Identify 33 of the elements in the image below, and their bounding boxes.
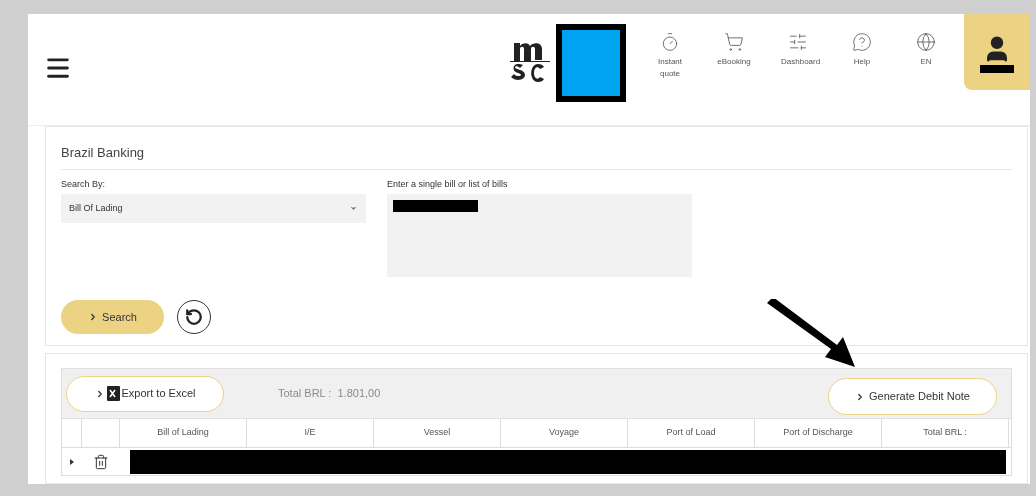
excel-icon (106, 386, 120, 401)
export-button[interactable]: Export to Excel (66, 375, 224, 412)
column-header: Vessel (374, 419, 501, 447)
card-title: Brazil Banking (61, 143, 1012, 170)
search-by-select[interactable]: Bill Of Lading (61, 194, 366, 223)
nav-link[interactable]: EN (894, 32, 958, 80)
column-header: Bill of Lading (120, 419, 247, 447)
stopwatch-icon (660, 32, 680, 52)
total-text: Total BRL : 1.801,00 (278, 386, 381, 402)
search-button[interactable]: Search (61, 300, 164, 334)
redaction-bar (980, 65, 1014, 73)
column-header: Port of Load (628, 419, 755, 447)
globe-icon (916, 32, 936, 52)
delete-icon[interactable] (93, 453, 109, 470)
field-label: Search By: (61, 177, 107, 191)
column-header: Total BRL : (882, 419, 1009, 447)
column-header: Voyage (501, 419, 628, 447)
nav-link[interactable]: Help (830, 32, 894, 80)
sliders-icon (788, 32, 808, 52)
generate-debit-note-button[interactable]: Generate Debit Note (828, 378, 997, 415)
reset-icon (185, 308, 203, 326)
user-account-button[interactable] (964, 14, 1030, 90)
nav-link[interactable]: eBooking (702, 32, 766, 80)
bills-input-field[interactable] (387, 194, 692, 277)
dropdown-caret-icon (349, 204, 358, 213)
help-bubble-icon (852, 32, 872, 52)
nav-link[interactable]: Instant quote (638, 32, 702, 80)
column-header: Port of Discharge (755, 419, 882, 447)
column-header: I/E (247, 419, 374, 447)
nav-link[interactable]: Dashboard (766, 32, 830, 80)
expand-arrow-icon[interactable] (70, 458, 74, 465)
field-label: Enter a single bill or list of bills (387, 177, 509, 191)
cart-icon (724, 32, 744, 52)
